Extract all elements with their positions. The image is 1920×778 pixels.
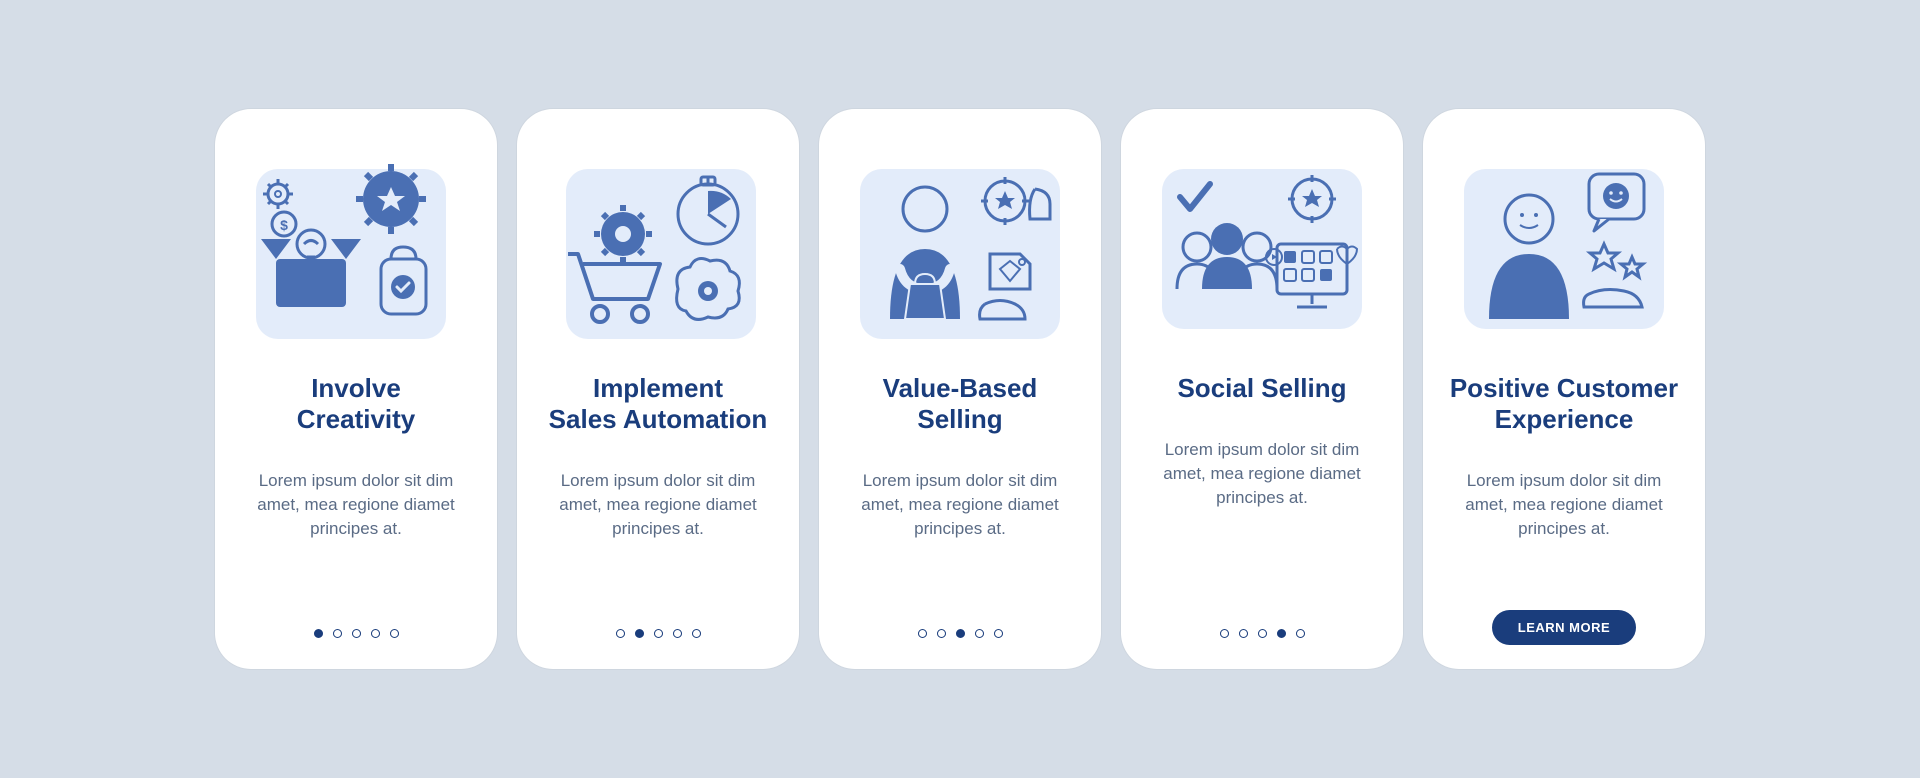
page-dots [616, 621, 701, 645]
card-title: Social Selling [1177, 373, 1346, 404]
dot-4[interactable] [673, 629, 682, 638]
onboarding-card-automation: Implement Sales Automation Lorem ipsum d… [517, 109, 799, 669]
automation-illustration [548, 139, 768, 349]
onboarding-card-social: Social Selling Lorem ipsum dolor sit dim… [1121, 109, 1403, 669]
dot-5[interactable] [390, 629, 399, 638]
onboarding-card-value: Value-Based Selling Lorem ipsum dolor si… [819, 109, 1101, 669]
dot-4[interactable] [371, 629, 380, 638]
social-illustration [1152, 139, 1372, 349]
onboarding-card-customer: Positive Customer Experience Lorem ipsum… [1423, 109, 1705, 669]
card-title: Positive Customer Experience [1450, 373, 1678, 435]
value-illustration [850, 139, 1070, 349]
dot-2[interactable] [333, 629, 342, 638]
creativity-illustration: $ [246, 139, 466, 349]
dot-3[interactable] [956, 629, 965, 638]
learn-more-button[interactable]: LEARN MORE [1492, 610, 1636, 645]
dot-5[interactable] [1296, 629, 1305, 638]
page-dots [918, 621, 1003, 645]
card-body: Lorem ipsum dolor sit dim amet, mea regi… [1139, 438, 1385, 509]
dot-2[interactable] [937, 629, 946, 638]
card-body: Lorem ipsum dolor sit dim amet, mea regi… [535, 469, 781, 540]
card-title: Involve Creativity [297, 373, 416, 435]
dot-2[interactable] [1239, 629, 1248, 638]
dot-5[interactable] [994, 629, 1003, 638]
card-body: Lorem ipsum dolor sit dim amet, mea regi… [1441, 469, 1687, 540]
dot-1[interactable] [1220, 629, 1229, 638]
dot-1[interactable] [918, 629, 927, 638]
dot-1[interactable] [314, 629, 323, 638]
dot-3[interactable] [654, 629, 663, 638]
card-body: Lorem ipsum dolor sit dim amet, mea regi… [837, 469, 1083, 540]
onboarding-card-creativity: $ Involve Cre [215, 109, 497, 669]
svg-text:$: $ [280, 217, 288, 233]
card-title: Implement Sales Automation [549, 373, 768, 435]
page-dots [314, 621, 399, 645]
dot-3[interactable] [352, 629, 361, 638]
dot-4[interactable] [975, 629, 984, 638]
dot-1[interactable] [616, 629, 625, 638]
dot-5[interactable] [692, 629, 701, 638]
page-dots [1220, 621, 1305, 645]
customer-illustration [1454, 139, 1674, 349]
dot-3[interactable] [1258, 629, 1267, 638]
card-body: Lorem ipsum dolor sit dim amet, mea regi… [233, 469, 479, 540]
dot-4[interactable] [1277, 629, 1286, 638]
dot-2[interactable] [635, 629, 644, 638]
card-title: Value-Based Selling [883, 373, 1038, 435]
